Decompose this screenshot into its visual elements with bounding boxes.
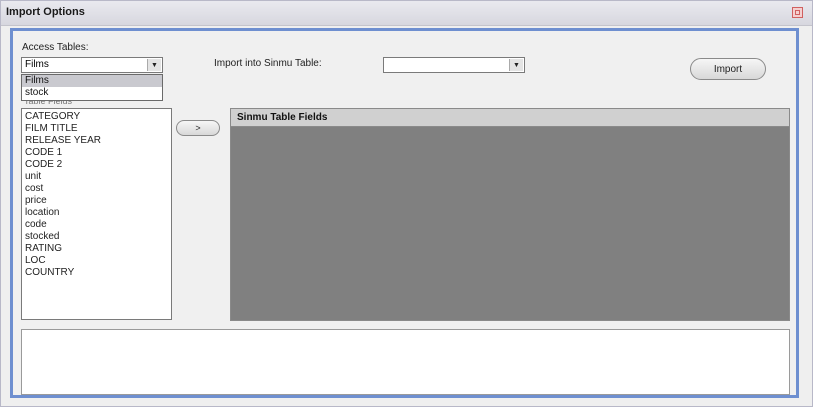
import-into-combo[interactable]: ▼ bbox=[383, 57, 525, 73]
list-item[interactable]: COUNTRY bbox=[25, 267, 171, 279]
sinmu-table-fields-grid[interactable]: Sinmu Table Fields bbox=[230, 108, 790, 321]
list-item[interactable]: RATING bbox=[25, 243, 171, 255]
dropdown-option-films[interactable]: Films bbox=[22, 75, 162, 87]
import-into-label: Import into Sinmu Table: bbox=[214, 58, 322, 69]
list-item[interactable]: RELEASE YEAR bbox=[25, 135, 171, 147]
list-item[interactable]: CATEGORY bbox=[25, 111, 171, 123]
window-title: Import Options bbox=[6, 6, 85, 18]
list-item[interactable]: CODE 2 bbox=[25, 159, 171, 171]
chevron-down-icon[interactable]: ▼ bbox=[147, 59, 161, 71]
access-tables-dropdown-list: Films stock bbox=[21, 74, 163, 101]
access-tables-label: Access Tables: bbox=[22, 42, 89, 53]
list-item[interactable]: stocked bbox=[25, 231, 171, 243]
list-item[interactable]: price bbox=[25, 195, 171, 207]
access-fields-list[interactable]: CATEGORY FILM TITLE RELEASE YEAR CODE 1 … bbox=[21, 108, 172, 320]
import-button[interactable]: Import bbox=[690, 58, 766, 80]
list-item[interactable]: unit bbox=[25, 171, 171, 183]
chevron-down-icon[interactable]: ▼ bbox=[509, 59, 523, 71]
list-item[interactable]: code bbox=[25, 219, 171, 231]
access-tables-combo[interactable]: Films ▼ bbox=[21, 57, 163, 73]
grid-column-header[interactable]: Sinmu Table Fields bbox=[231, 109, 789, 127]
list-item[interactable]: cost bbox=[25, 183, 171, 195]
list-item[interactable]: LOC bbox=[25, 255, 171, 267]
access-tables-value: Films bbox=[25, 59, 49, 70]
title-bar: Import Options bbox=[1, 1, 812, 26]
list-item[interactable]: location bbox=[25, 207, 171, 219]
status-text-area[interactable] bbox=[21, 329, 790, 395]
grid-header-label: Sinmu Table Fields bbox=[237, 112, 328, 123]
move-field-button[interactable]: > bbox=[176, 120, 220, 136]
dropdown-option-stock[interactable]: stock bbox=[22, 87, 162, 99]
list-item[interactable]: CODE 1 bbox=[25, 147, 171, 159]
close-button[interactable] bbox=[792, 7, 803, 18]
list-item[interactable]: FILM TITLE bbox=[25, 123, 171, 135]
